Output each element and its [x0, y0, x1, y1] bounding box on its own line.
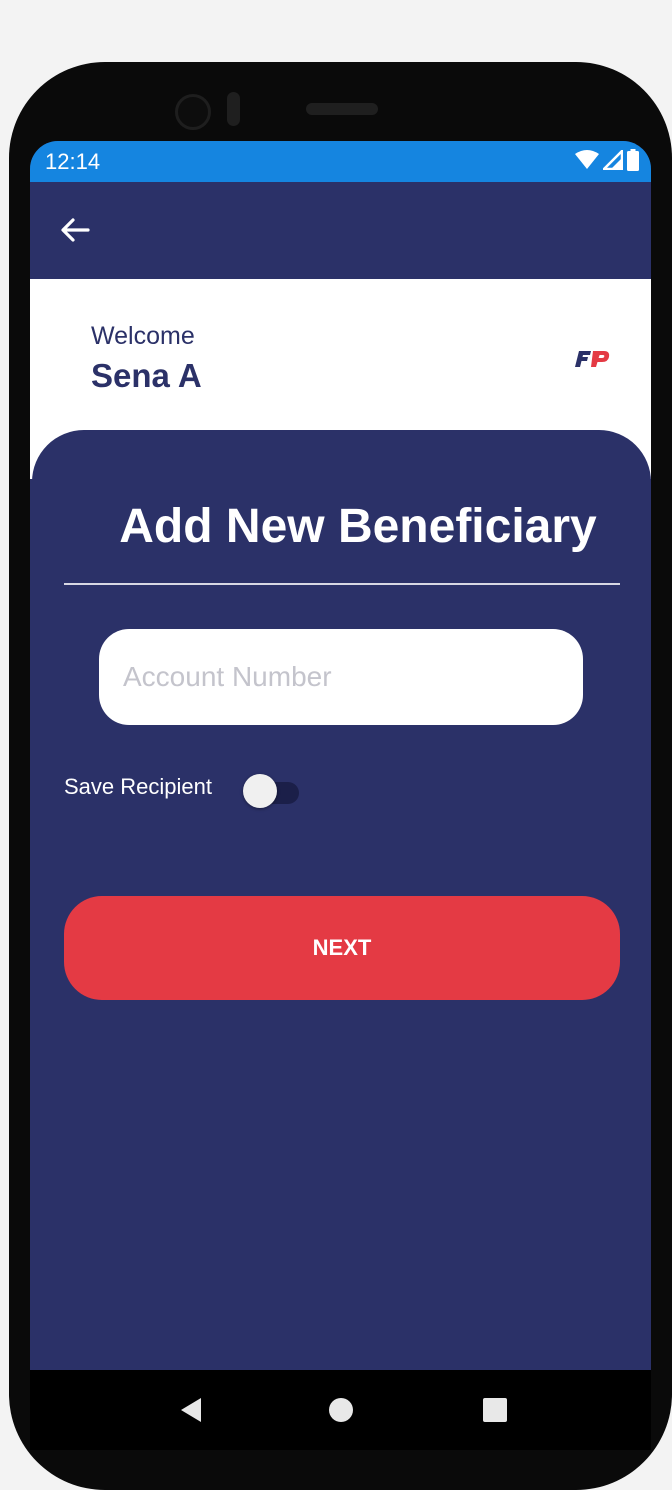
welcome-label: Welcome [91, 322, 195, 350]
nav-home-button[interactable] [321, 1390, 361, 1430]
form-title: Add New Beneficiary [119, 500, 597, 553]
app-bar [30, 182, 651, 279]
beneficiary-form-panel: Add New Beneficiary Save Recipient NEXT [32, 430, 651, 1450]
back-button[interactable] [55, 210, 95, 250]
nav-back-button[interactable] [171, 1390, 211, 1430]
system-nav-bar [30, 1370, 651, 1450]
status-bar: 12:14 [30, 141, 651, 182]
title-divider [64, 583, 620, 585]
status-time: 12:14 [45, 149, 101, 174]
square-recents-icon [483, 1398, 507, 1422]
save-recipient-toggle[interactable] [243, 770, 301, 810]
next-button[interactable]: NEXT [64, 896, 620, 1000]
wifi-icon [575, 150, 599, 169]
save-recipient-label: Save Recipient [64, 774, 212, 799]
account-number-input[interactable] [99, 629, 583, 725]
proximity-sensor [227, 92, 240, 126]
status-icons [575, 149, 639, 171]
signal-icon [603, 150, 623, 170]
circle-home-icon [329, 1398, 353, 1422]
earpiece-speaker [306, 103, 378, 115]
app-screen: 12:14 Welcome Sena A Add New Beneficiary… [30, 141, 651, 1450]
toggle-thumb [243, 774, 277, 808]
front-camera [175, 94, 211, 130]
nav-recents-button[interactable] [475, 1390, 515, 1430]
fp-brand-logo [575, 351, 610, 367]
arrow-left-icon [61, 218, 90, 242]
phone-frame: 12:14 Welcome Sena A Add New Beneficiary… [9, 62, 672, 1490]
user-name: Sena A [91, 357, 202, 394]
battery-icon [627, 149, 639, 171]
triangle-back-icon [181, 1398, 201, 1422]
